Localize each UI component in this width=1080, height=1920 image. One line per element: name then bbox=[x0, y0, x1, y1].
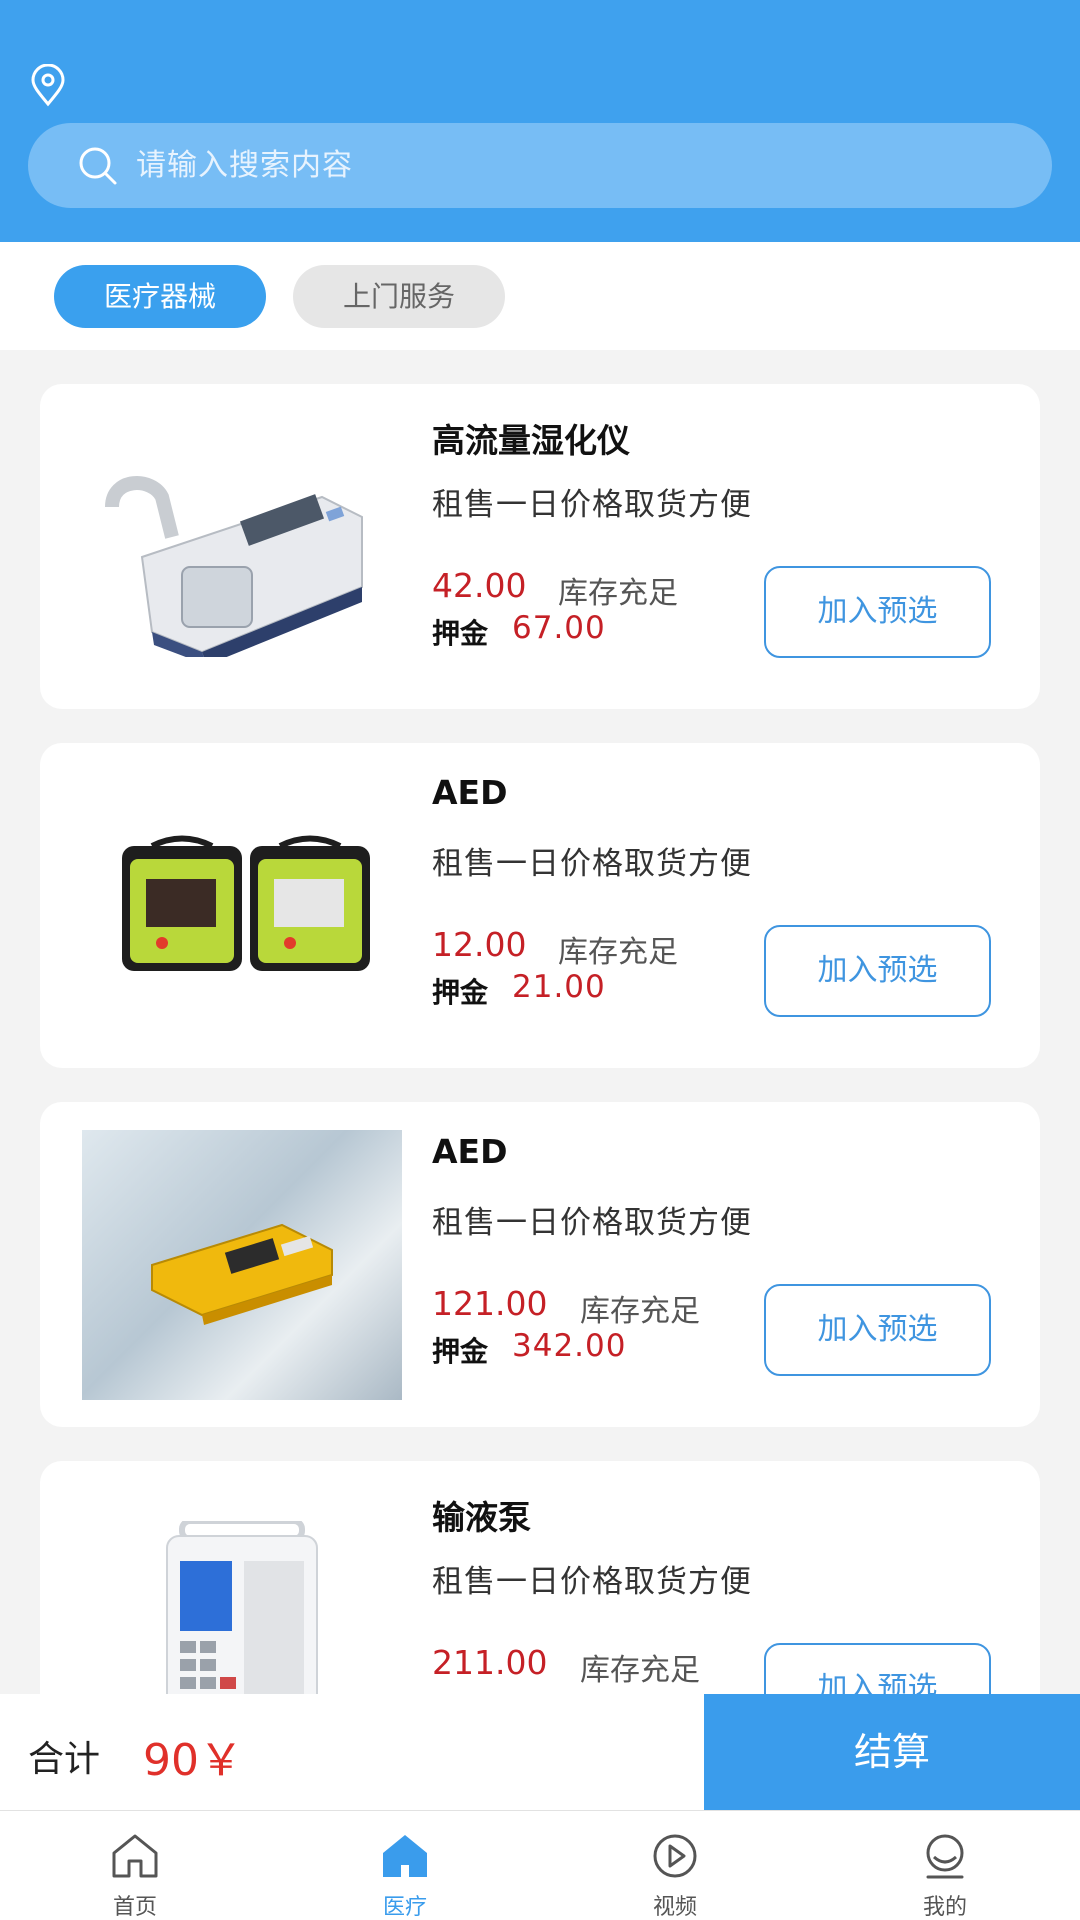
nav-item-home[interactable]: 首页 bbox=[0, 1811, 270, 1920]
aed-pair-image bbox=[82, 771, 402, 1041]
nav-item-profile[interactable]: 我的 bbox=[810, 1811, 1080, 1920]
product-title: AED bbox=[432, 1132, 508, 1171]
deposit-value: 342.00 bbox=[512, 1328, 627, 1364]
product-card[interactable]: AED 租售一日价格取货方便 12.00 库存充足 押金 21.00 加入预选 bbox=[40, 743, 1040, 1068]
add-to-preselect-button[interactable]: 加入预选 bbox=[764, 925, 991, 1017]
product-price: 211.00 bbox=[432, 1643, 548, 1682]
bottom-nav: 首页 医疗 视频 我的 bbox=[0, 1810, 1080, 1920]
home-filled-icon bbox=[383, 1835, 427, 1877]
stock-status: 库存充足 bbox=[558, 576, 678, 611]
header: 请输入搜索内容 bbox=[0, 0, 1080, 242]
stock-status: 库存充足 bbox=[580, 1653, 700, 1688]
stock-status: 库存充足 bbox=[558, 935, 678, 970]
add-to-preselect-button[interactable]: 加入预选 bbox=[764, 1284, 991, 1376]
user-profile-icon bbox=[926, 1834, 964, 1879]
stock-status: 库存充足 bbox=[580, 1294, 700, 1329]
product-card[interactable]: AED 租售一日价格取货方便 121.00 库存充足 押金 342.00 加入预… bbox=[40, 1102, 1040, 1427]
product-price: 42.00 bbox=[432, 566, 527, 605]
product-title: AED bbox=[432, 773, 508, 812]
nav-item-video[interactable]: 视频 bbox=[540, 1811, 810, 1920]
checkout-bar: 合计 90￥ 结算 bbox=[0, 1694, 1080, 1810]
add-to-preselect-button[interactable]: 加入预选 bbox=[764, 566, 991, 658]
total-label: 合计 bbox=[28, 1739, 101, 1780]
play-circle-icon bbox=[653, 1834, 697, 1878]
checkout-button[interactable]: 结算 bbox=[704, 1694, 1080, 1810]
nav-label: 医疗 bbox=[382, 1895, 427, 1920]
search-bar[interactable]: 请输入搜索内容 bbox=[28, 123, 1052, 208]
home-outline-icon bbox=[112, 1834, 158, 1878]
add-to-preselect-button[interactable]: 加入预选 bbox=[764, 1643, 991, 1694]
total-value: 90￥ bbox=[143, 1735, 243, 1786]
tab-home-service[interactable]: 上门服务 bbox=[293, 265, 505, 328]
category-tabs: 医疗器械 上门服务 bbox=[0, 242, 1080, 350]
nav-label: 我的 bbox=[922, 1895, 967, 1920]
nav-label: 首页 bbox=[112, 1895, 157, 1920]
tab-medical-devices[interactable]: 医疗器械 bbox=[54, 265, 266, 328]
deposit-label: 押金 bbox=[432, 976, 489, 1009]
product-price: 121.00 bbox=[432, 1284, 548, 1323]
product-card[interactable]: 输液泵 租售一日价格取货方便 211.00 库存充足 加入预选 bbox=[40, 1461, 1040, 1694]
deposit-label: 押金 bbox=[432, 1335, 489, 1368]
location-pin-icon[interactable] bbox=[26, 64, 70, 108]
nav-label: 视频 bbox=[652, 1895, 697, 1920]
aed-yellow-image bbox=[82, 1130, 402, 1400]
deposit-label: 押金 bbox=[432, 617, 489, 650]
nav-item-medical[interactable]: 医疗 bbox=[270, 1811, 540, 1920]
product-title: 高流量湿化仪 bbox=[432, 421, 630, 460]
product-description: 租售一日价格取货方便 bbox=[432, 846, 752, 882]
product-price: 12.00 bbox=[432, 925, 527, 964]
product-title: 输液泵 bbox=[432, 1498, 531, 1537]
product-description: 租售一日价格取货方便 bbox=[432, 1205, 752, 1241]
infusion-pump-image bbox=[82, 1521, 402, 1694]
product-description: 租售一日价格取货方便 bbox=[432, 487, 752, 523]
humidifier-device-image bbox=[82, 412, 402, 682]
search-icon bbox=[79, 147, 117, 185]
product-list[interactable]: 高流量湿化仪 租售一日价格取货方便 42.00 库存充足 押金 67.00 加入… bbox=[0, 350, 1080, 1694]
search-input[interactable]: 请输入搜索内容 bbox=[136, 123, 353, 208]
deposit-value: 21.00 bbox=[512, 969, 606, 1005]
deposit-value: 67.00 bbox=[512, 610, 606, 646]
product-card[interactable]: 高流量湿化仪 租售一日价格取货方便 42.00 库存充足 押金 67.00 加入… bbox=[40, 384, 1040, 709]
page: 请输入搜索内容 医疗器械 上门服务 高流量湿化仪 租售一日价格取货方便 42.0… bbox=[0, 0, 1080, 1920]
product-description: 租售一日价格取货方便 bbox=[432, 1564, 752, 1600]
